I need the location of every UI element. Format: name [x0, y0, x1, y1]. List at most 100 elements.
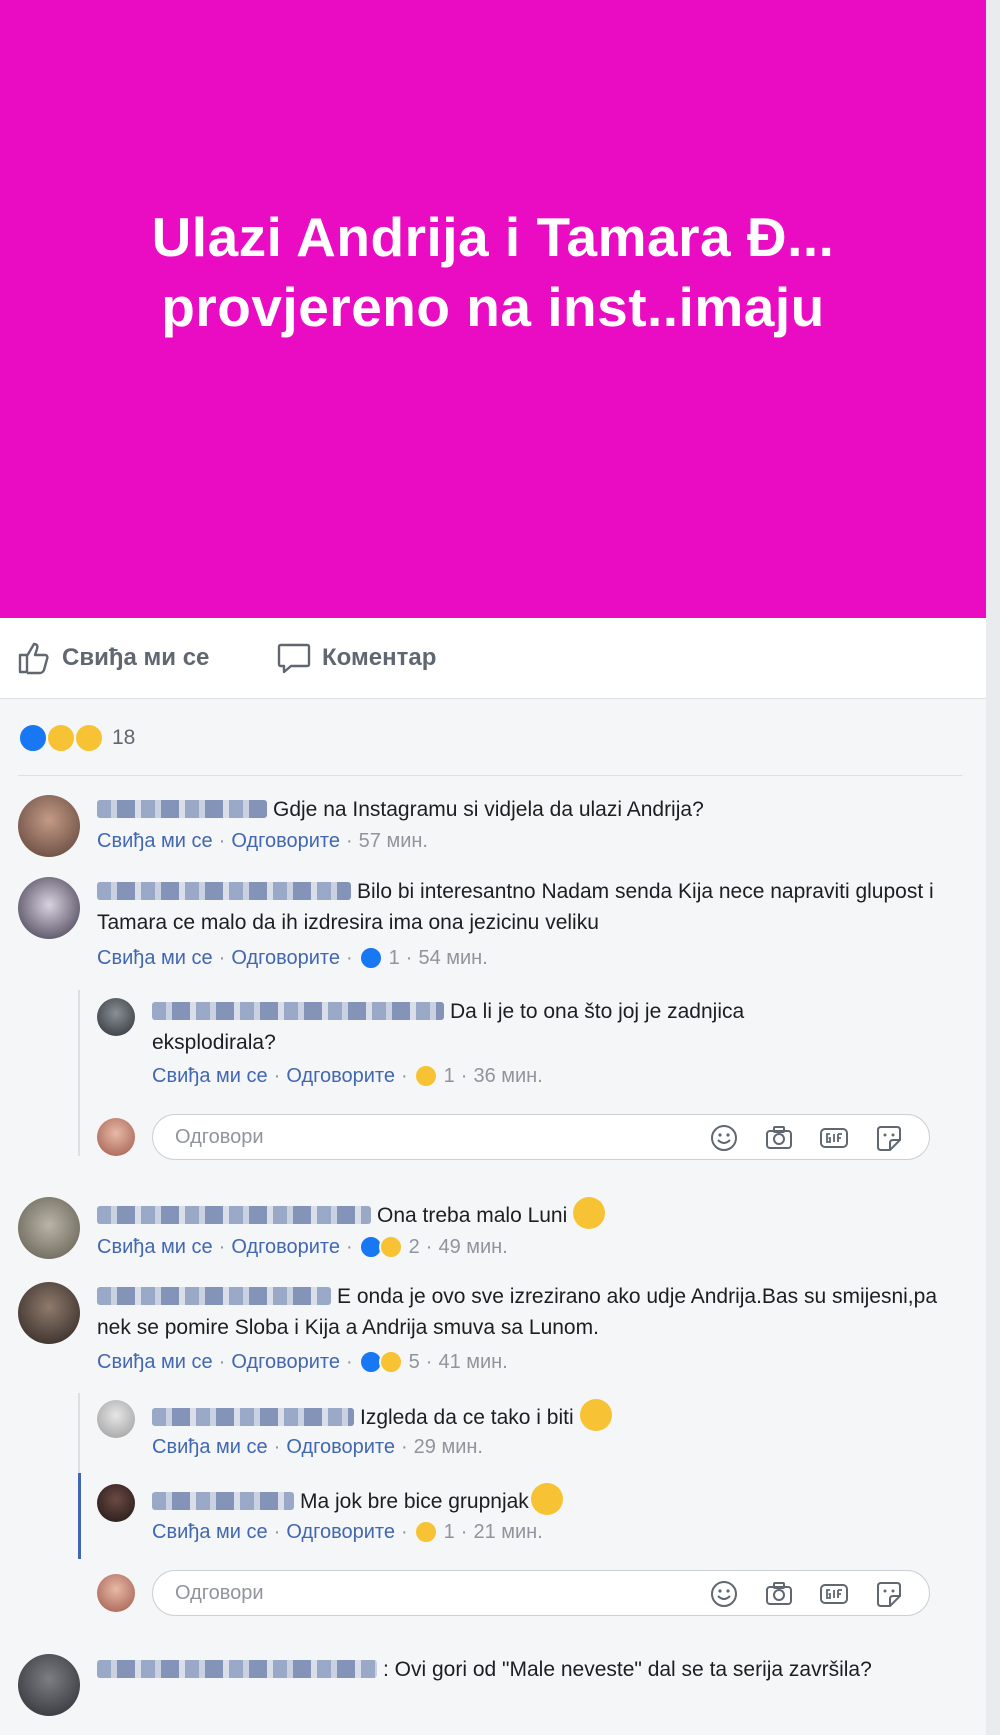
smiley-icon[interactable]	[709, 1580, 739, 1608]
thread-highlight	[78, 1473, 81, 1559]
haha-icon	[413, 1520, 438, 1544]
current-user-avatar	[97, 1118, 135, 1156]
haha-icon	[378, 1350, 403, 1374]
reply-text: Izgleda da ce tako i biti	[152, 1399, 852, 1433]
reply-text: Da li je to ona što joj je zadnjica eksp…	[152, 1000, 745, 1054]
avatar[interactable]	[18, 1197, 80, 1259]
reaction-count[interactable]: 1	[444, 1065, 455, 1088]
sticker-icon[interactable]	[874, 1580, 904, 1608]
reply-meta: Свиђа ми се · Одговорите · 29 мин.	[152, 1436, 483, 1459]
author-name[interactable]	[152, 1002, 444, 1020]
laughing-emoji-icon	[573, 1197, 606, 1229]
comment-meta: Свиђа ми се · Одговорите · 1 · 54 мин.	[97, 946, 488, 970]
divider	[18, 775, 962, 776]
like-icon	[358, 946, 383, 970]
reply-meta: Свиђа ми се · Одговорите · 1 · 21 мин.	[152, 1520, 543, 1544]
thumbs-up-icon	[16, 640, 52, 676]
reply-link[interactable]: Одговорите	[286, 1521, 395, 1544]
reply-meta: Свиђа ми се · Одговорите · 1 · 36 мин.	[152, 1064, 543, 1088]
author-name[interactable]	[97, 882, 351, 900]
current-user-avatar	[97, 1574, 135, 1612]
smiley-icon[interactable]	[709, 1124, 739, 1152]
like-link[interactable]: Свиђа ми се	[97, 1236, 213, 1259]
reply-link[interactable]: Одговорите	[231, 1351, 340, 1374]
laughing-emoji-icon	[579, 1399, 612, 1431]
like-link[interactable]: Свиђа ми се	[97, 947, 213, 970]
reply-link[interactable]: Одговорите	[231, 830, 340, 853]
like-link[interactable]: Свиђа ми се	[152, 1521, 268, 1544]
reply-placeholder: Одговори	[175, 1582, 264, 1604]
laughing-emoji-icon	[530, 1483, 563, 1515]
reply-time[interactable]: 21 мин.	[473, 1521, 542, 1544]
banner-text: Ulazi Andrija i Tamara Đ... provjereno n…	[151, 206, 835, 338]
comment-time[interactable]: 41 мин.	[438, 1351, 507, 1374]
sticker-icon[interactable]	[874, 1124, 904, 1152]
gif-icon[interactable]	[819, 1580, 849, 1608]
comment-text: Gdje na Instagramu si vidjela da ulazi A…	[97, 794, 957, 825]
post-banner[interactable]: Ulazi Andrija i Tamara Đ... provjereno n…	[0, 0, 986, 618]
reaction-count[interactable]: 2	[409, 1236, 420, 1259]
comment-time[interactable]: 54 мин.	[418, 947, 487, 970]
post-card: Ulazi Andrija i Tamara Đ... provjereno n…	[0, 0, 986, 1735]
gif-icon[interactable]	[819, 1124, 849, 1152]
comment-text: E onda je ovo sve izrezirano ako udje An…	[97, 1285, 937, 1339]
comment-meta: Свиђа ми се · Одговорите · 2 · 49 мин.	[97, 1235, 508, 1259]
author-name[interactable]	[97, 1206, 371, 1224]
wow-icon	[74, 723, 104, 753]
reaction-count: 18	[112, 726, 136, 749]
reaction-count[interactable]: 1	[389, 947, 400, 970]
reply-link[interactable]: Одговорите	[231, 947, 340, 970]
avatar[interactable]	[97, 998, 135, 1036]
like-link[interactable]: Свиђа ми се	[152, 1436, 268, 1459]
like-link[interactable]: Свиђа ми се	[97, 830, 213, 853]
like-link[interactable]: Свиђа ми се	[97, 1351, 213, 1374]
like-button-label: Свиђа ми се	[62, 644, 210, 671]
comment-meta: Свиђа ми се · Одговорите · 5 · 41 мин.	[97, 1350, 508, 1374]
comment-text: Ona treba malo Luni	[97, 1197, 937, 1231]
reply-link[interactable]: Одговорите	[286, 1436, 395, 1459]
reply-time[interactable]: 36 мин.	[473, 1065, 542, 1088]
comment-text: Bilo bi interesantno Nadam senda Kija ne…	[97, 880, 934, 934]
haha-icon	[413, 1064, 438, 1088]
reply-input[interactable]: Одговори	[152, 1570, 930, 1616]
like-icon	[18, 723, 48, 753]
camera-icon[interactable]	[764, 1124, 794, 1152]
page-background-strip	[986, 0, 1000, 1735]
reply-text: Ma jok bre bice grupnjak	[152, 1483, 852, 1517]
reply-placeholder: Одговори	[175, 1126, 264, 1148]
reaction-count[interactable]: 5	[409, 1351, 420, 1374]
thread-line	[78, 1393, 80, 1473]
action-bar: Свиђа ми се Коментар	[0, 618, 986, 699]
reply-link[interactable]: Одговорите	[286, 1065, 395, 1088]
author-name[interactable]	[97, 1287, 331, 1305]
avatar[interactable]	[97, 1484, 135, 1522]
avatar[interactable]	[18, 1654, 80, 1716]
reply-link[interactable]: Одговорите	[231, 1236, 340, 1259]
reaction-count[interactable]: 1	[444, 1521, 455, 1544]
thread-line	[78, 990, 80, 1156]
page: Ulazi Andrija i Tamara Đ... provjereno n…	[0, 0, 1000, 1735]
comment-button-label: Коментар	[322, 644, 437, 671]
comment-meta: Свиђа ми се · Одговорите · 57 мин.	[97, 830, 428, 853]
reply-time[interactable]: 29 мин.	[414, 1436, 483, 1459]
reactions-summary[interactable]: 18	[18, 722, 135, 754]
avatar[interactable]	[97, 1400, 135, 1438]
haha-icon	[378, 1235, 403, 1259]
like-button[interactable]: Свиђа ми се	[16, 638, 209, 678]
camera-icon[interactable]	[764, 1580, 794, 1608]
avatar[interactable]	[18, 1282, 80, 1344]
avatar[interactable]	[18, 877, 80, 939]
speech-bubble-icon	[276, 640, 312, 676]
comment-text: : Ovi gori od "Male neveste" dal se ta s…	[97, 1654, 937, 1685]
author-name[interactable]	[97, 800, 267, 818]
comment-button[interactable]: Коментар	[276, 638, 436, 678]
comment-time[interactable]: 49 мин.	[438, 1236, 507, 1259]
haha-icon	[46, 723, 76, 753]
avatar[interactable]	[18, 795, 80, 857]
author-name[interactable]	[97, 1660, 377, 1678]
reply-input[interactable]: Одговори	[152, 1114, 930, 1160]
like-link[interactable]: Свиђа ми се	[152, 1065, 268, 1088]
comment-time[interactable]: 57 мин.	[359, 830, 428, 853]
author-name[interactable]	[152, 1492, 294, 1510]
author-name[interactable]	[152, 1408, 354, 1426]
